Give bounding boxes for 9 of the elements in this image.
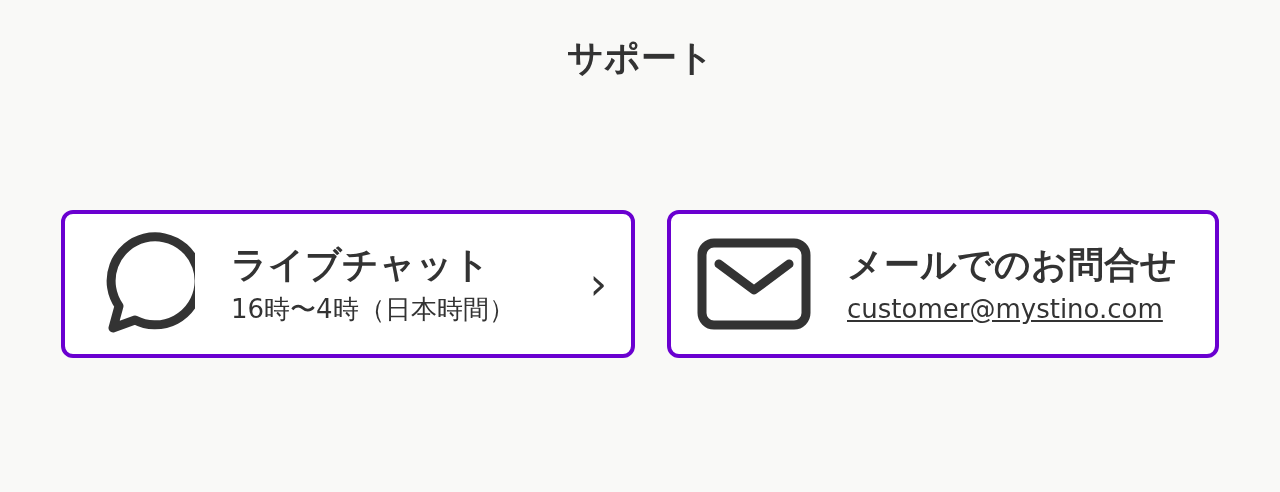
envelope-icon: [697, 238, 811, 330]
email-link[interactable]: customer@mystino.com: [847, 293, 1191, 325]
live-chat-card[interactable]: ライブチャット 16時〜4時（日本時間） ›: [61, 210, 635, 358]
card-title: メールでのお問合せ: [847, 243, 1178, 287]
card-title: ライブチャット: [231, 243, 491, 287]
card-subtitle: 16時〜4時（日本時間）: [231, 293, 516, 325]
page-title: サポート: [566, 36, 714, 80]
email-card[interactable]: メールでのお問合せ customer@mystino.com: [667, 210, 1219, 358]
chevron-right-icon: ›: [589, 262, 607, 306]
